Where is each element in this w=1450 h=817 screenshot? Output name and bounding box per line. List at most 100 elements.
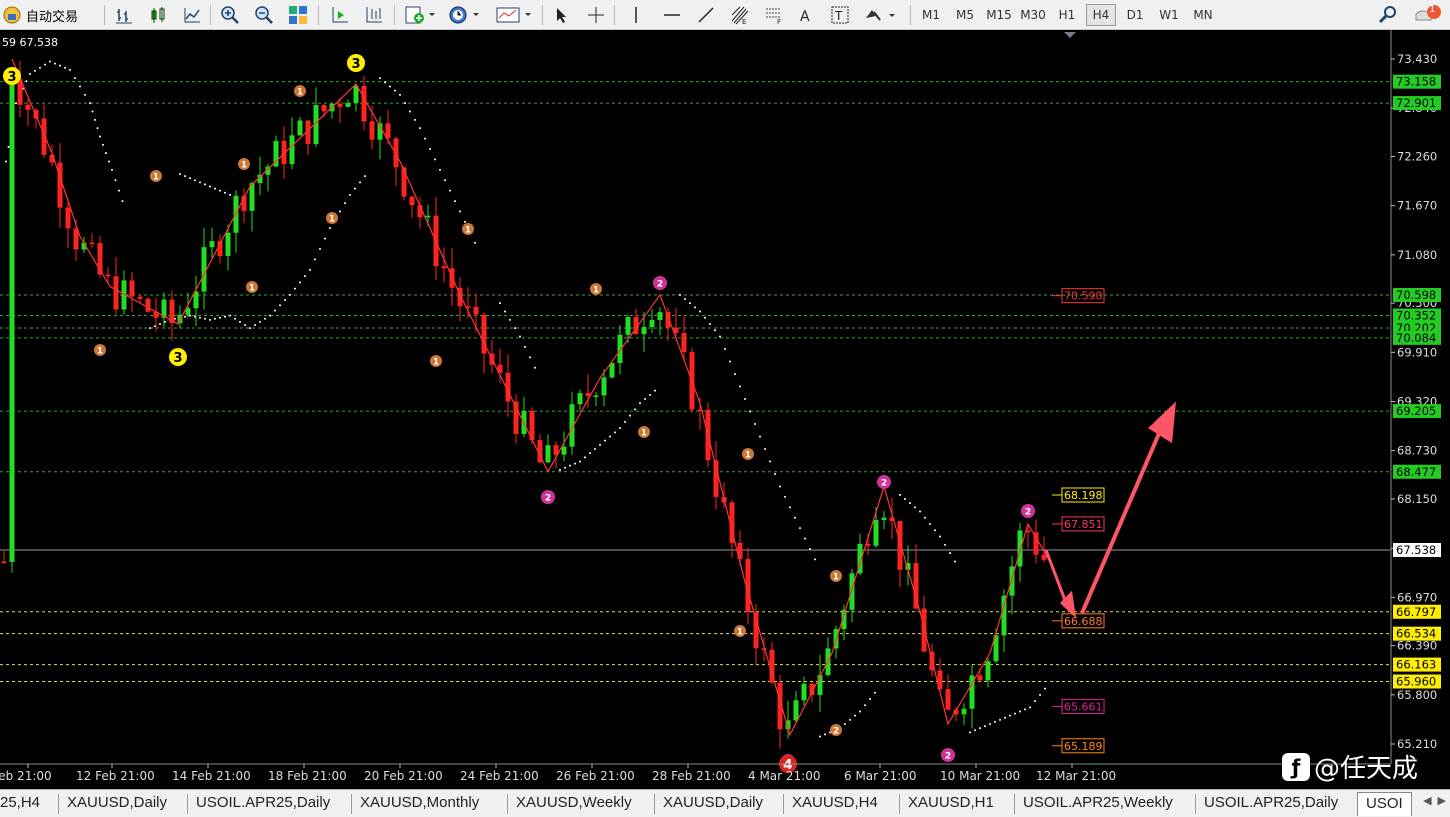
chart-tab[interactable]: XAUUSD,Monthly (360, 794, 479, 814)
candle-body (409, 196, 415, 206)
timeframe-d1[interactable]: D1 (1120, 4, 1150, 26)
wave-marker-label: 1 (249, 284, 255, 294)
chart-tab[interactable]: XAUUSD,Weekly (516, 794, 632, 814)
candle-body (625, 317, 631, 335)
wave-marker-label: 1 (641, 429, 647, 439)
horizontal-line-button[interactable] (660, 4, 684, 26)
add-indicator-button[interactable] (402, 4, 438, 26)
vertical-line-button[interactable] (624, 4, 648, 26)
cursor-button[interactable] (550, 4, 574, 26)
svg-text:A: A (800, 9, 810, 24)
price-chart[interactable]: 333111111111111122222224 70.59068.19867.… (0, 30, 1450, 789)
psar-dot (599, 443, 601, 446)
wave-marker-label: 1 (97, 347, 103, 357)
text-button[interactable]: A (794, 4, 818, 26)
timeframe-h1[interactable]: H1 (1052, 4, 1082, 26)
psar-dot (934, 529, 936, 532)
psar-dot (584, 456, 586, 459)
timeframe-m5[interactable]: M5 (950, 4, 980, 26)
timeframe-w1[interactable]: W1 (1154, 4, 1184, 26)
chart-tab[interactable]: USOI (1357, 792, 1412, 816)
psar-dot (224, 191, 226, 194)
psar-dot (694, 306, 696, 309)
chart-tab[interactable]: 25,H4 (0, 794, 40, 814)
psar-dot (999, 718, 1001, 721)
period-button[interactable] (446, 4, 482, 26)
trendline-button[interactable] (694, 4, 718, 26)
time-label: 24 Feb 21:00 (460, 769, 539, 783)
candle-body (601, 377, 607, 396)
candle-body (897, 521, 903, 570)
tab-separator (1014, 794, 1015, 814)
channel-button[interactable]: F (762, 4, 786, 26)
psar-dot (314, 258, 316, 261)
chart-tab[interactable]: USOIL.APR25,Daily (1204, 794, 1338, 814)
price-tick-label: 68.730 (1397, 444, 1437, 458)
psar-dot (214, 317, 216, 320)
chart-tab[interactable]: USOIL.APR25,Daily (196, 794, 330, 814)
chart-tab[interactable]: USOIL.APR25,Weekly (1023, 794, 1173, 814)
tab-separator (351, 794, 352, 814)
psar-dot (424, 137, 426, 140)
candle-body (1017, 530, 1023, 567)
time-label: 26 Feb 21:00 (556, 769, 635, 783)
autotrade-button[interactable]: 自动交易 (2, 4, 94, 26)
chart-shift-button[interactable] (362, 4, 386, 26)
search-button[interactable] (1376, 4, 1400, 26)
psar-dot (949, 552, 951, 555)
candlestick-button[interactable] (146, 4, 170, 26)
inchart-price-label: 68.198 (1064, 489, 1103, 502)
zoom-in-button[interactable] (218, 4, 242, 26)
wave-marker-label: 1 (433, 358, 439, 368)
weibo-logo-icon: ƒ (1282, 752, 1310, 781)
inchart-price-label: 66.688 (1064, 615, 1103, 628)
psar-dot (904, 498, 906, 500)
tile-windows-button[interactable] (286, 4, 310, 26)
psar-dot (719, 335, 721, 338)
label-button[interactable]: T (828, 4, 852, 26)
cursor-icon (557, 8, 566, 23)
timeframe-m30[interactable]: M30 (1018, 4, 1048, 26)
timeframe-mn[interactable]: MN (1188, 4, 1218, 26)
line-chart-button[interactable] (180, 4, 204, 26)
psar-dot (589, 452, 591, 455)
psar-dot (289, 293, 291, 296)
psar-dot (534, 366, 536, 369)
tab-right-arrow-icon[interactable]: ▶ (1438, 794, 1446, 807)
bar-chart-button[interactable] (112, 4, 136, 26)
timeframe-m1[interactable]: M1 (916, 4, 946, 26)
psar-dot (559, 468, 561, 471)
candle-body (89, 242, 95, 245)
zoom-out-button[interactable] (252, 4, 276, 26)
notification-icon (1415, 5, 1441, 21)
horizontal-line-icon (664, 14, 680, 16)
search-icon (1378, 6, 1396, 24)
wave-marker-label: 1 (297, 88, 303, 98)
psar-dot (179, 173, 181, 175)
inchart-price-label: 65.661 (1064, 700, 1103, 713)
timeframe-m15[interactable]: M15 (984, 4, 1014, 26)
candle-body (681, 332, 687, 353)
notification-button[interactable]: 1 (1412, 4, 1444, 26)
tab-separator (187, 794, 188, 814)
psar-dot (504, 310, 506, 313)
chart-tab[interactable]: XAUUSD,H4 (792, 794, 878, 814)
candle-body (1, 561, 7, 563)
tab-left-arrow-icon[interactable]: ◀ (1423, 794, 1431, 807)
chart-tab[interactable]: XAUUSD,H1 (908, 794, 994, 814)
chart-window[interactable]: 333111111111111122222224 70.59068.19867.… (0, 30, 1450, 789)
psar-dot (919, 510, 921, 513)
timeframe-h4[interactable]: H4 (1086, 4, 1116, 26)
templates-button[interactable] (494, 4, 534, 26)
psar-dot (754, 423, 756, 425)
psar-dot (229, 314, 231, 317)
chart-tab[interactable]: XAUUSD,Daily (663, 794, 763, 814)
crosshair-button[interactable] (584, 4, 608, 26)
autoscroll-button[interactable] (328, 4, 352, 26)
psar-dot (874, 691, 876, 694)
chart-tab[interactable]: XAUUSD,Daily (67, 794, 167, 814)
zoom-in-icon (221, 6, 239, 24)
fibonacci-button[interactable]: E (728, 4, 752, 26)
arrows-button[interactable] (862, 4, 898, 26)
psar-dot (339, 210, 341, 213)
